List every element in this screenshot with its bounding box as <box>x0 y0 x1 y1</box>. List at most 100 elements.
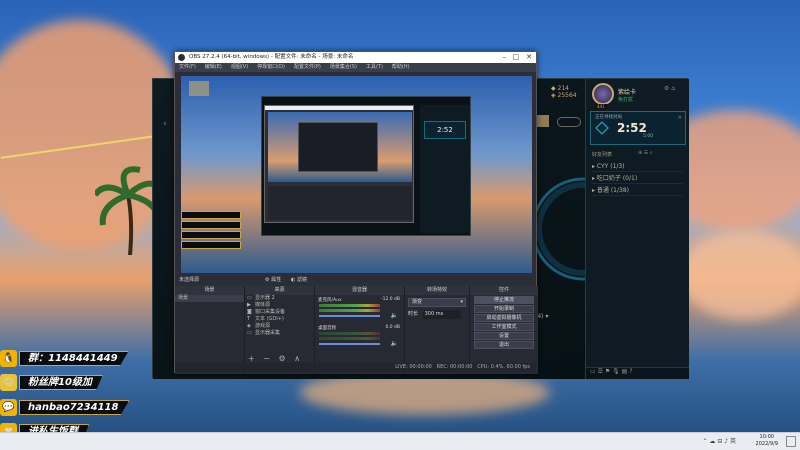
overlay-badge-text: 群：1148441449 <box>19 351 129 366</box>
menu-scene-collection[interactable]: 场景集合(S) <box>330 63 357 72</box>
volume-slider[interactable] <box>319 315 380 317</box>
mixer-track: 桌面音频 0.0 dB 🔈 <box>315 323 404 351</box>
obs-preview-canvas[interactable]: 2:52 <box>181 76 532 273</box>
queue-status-card[interactable]: 正在寻找对局 2:52 5:00 ✕ <box>590 111 686 145</box>
exit-button[interactable]: 退出 <box>474 341 534 349</box>
taskbar-clock[interactable]: 10:00 2022/9/9 <box>756 434 778 448</box>
obs-titlebar[interactable]: OBS 27.2.4 (64-bit, windows) - 配置文件: 未命名… <box>175 52 536 63</box>
preview-badge <box>181 231 241 239</box>
source-item[interactable]: ◈ 游戏源 <box>245 323 314 330</box>
stop-streaming-button[interactable]: 停止推流 <box>474 296 534 304</box>
menu-docks[interactable]: 停靠窗口(D) <box>257 63 285 72</box>
menu-help[interactable]: 帮助(H) <box>392 63 410 72</box>
friend-group-label: CYY (1/3) <box>596 163 625 170</box>
preview-obs-titlebar <box>265 106 413 110</box>
live-status: LIVE: 00:00:00 <box>395 364 432 370</box>
transition-select[interactable]: 渐变 ▾ <box>408 298 466 307</box>
lol-nav-icon[interactable] <box>535 115 549 127</box>
preview-nested-panels <box>268 186 412 220</box>
queue-estimate: 5:00 <box>643 134 654 139</box>
lol-coins-1: 214 <box>557 85 569 92</box>
transitions-panel-title: 转场特效 <box>405 286 469 295</box>
source-label: 显示器 2 <box>255 295 275 301</box>
preview-badge <box>181 221 241 229</box>
wallpaper-cloud <box>680 230 800 320</box>
preview-capture: 2:52 <box>181 76 532 273</box>
source-item[interactable]: T 文本 (GDI+) <box>245 316 314 323</box>
menu-tools[interactable]: 工具(T) <box>366 63 383 72</box>
source-item[interactable]: ▶ 媒体源 <box>245 302 314 309</box>
volume-slider[interactable] <box>319 343 380 345</box>
friends-actions-icons[interactable]: ⊕ ☰ ⌕ <box>638 150 653 156</box>
friend-group[interactable]: ▸ 吃口奶子 (0/1) <box>592 173 683 184</box>
minimize-icon[interactable]: – <box>503 52 507 63</box>
preview-lol-window: 2:52 <box>261 96 471 236</box>
sources-panel: 来源 ▭ 显示器 2 ▶ 媒体源 ◙ 窗口采集设备 T 文本 (GDI+) ◈ 游戏源 ▭… <box>245 286 315 374</box>
clock-time: 10:00 <box>759 434 774 440</box>
queue-icon <box>595 121 609 135</box>
overlay-badge-text: 粉丝牌10级加 <box>19 375 103 390</box>
source-label: 媒体源 <box>255 302 271 308</box>
mixer-level-meter <box>319 332 380 335</box>
mixer-track: 麦克风/Aux -12.0 dB 🔈 <box>315 295 404 323</box>
controls-panel: 控件 停止推流 开始录制 启动虚拟摄像机 工作室模式 设置 退出 <box>470 286 538 374</box>
obs-statusbar: LIVE: 00:00:00 REC: 00:00:00 CPU: 0.4%, … <box>175 363 536 372</box>
source-label: 窗口采集设备 <box>255 309 286 315</box>
friends-header: 好友列表 <box>592 152 613 158</box>
preview-badge <box>181 211 241 219</box>
lol-settings-icons[interactable]: ⚙ ⌂ <box>664 85 675 92</box>
overlay-badge: 🐧 群：1148441449 <box>0 350 129 367</box>
camera-icon: ◙ <box>247 309 252 315</box>
transitions-panel: 转场特效 渐变 ▾ 时长 300 ms <box>405 286 470 374</box>
close-icon[interactable]: ✕ <box>678 115 682 121</box>
studio-mode-button[interactable]: 工作室模式 <box>474 323 534 331</box>
queue-label: 正在寻找对局 <box>595 115 622 120</box>
duration-input[interactable]: 300 ms <box>422 310 461 319</box>
summoner-level: 441 <box>595 104 607 109</box>
start-virtual-camera-button[interactable]: 启动虚拟摄像机 <box>474 314 534 322</box>
lol-toggle[interactable] <box>557 117 581 127</box>
transition-type: 渐变 <box>412 299 423 305</box>
notification-icon[interactable] <box>786 436 796 447</box>
friend-group[interactable]: ▸ 普通 (1/38) <box>592 185 683 196</box>
audio-mixer-panel: 混音器 麦克风/Aux -12.0 dB 🔈 桌面音频 0.0 dB 🔈 <box>315 286 405 374</box>
obs-title-text: OBS 27.2.4 (64-bit, windows) - 配置文件: 未命名… <box>189 54 354 60</box>
avatar[interactable] <box>592 83 614 105</box>
obs-menubar: 文件(F) 编辑(E) 视图(V) 停靠窗口(D) 配置文件(P) 场景集合(S… <box>175 63 536 72</box>
scene-item[interactable]: 场景 <box>175 295 244 302</box>
source-label: 显示器采集 <box>255 330 281 336</box>
lol-social-toolbar[interactable]: ▭ ☰ ⚑ 🎙 ▤ ? <box>586 367 689 379</box>
summoner-status: 免打扰 <box>618 97 634 103</box>
start-recording-button[interactable]: 开始录制 <box>474 305 534 313</box>
speaker-icon[interactable]: 🔈 <box>391 312 398 319</box>
tray-icons[interactable]: ⌃ ☁ ⊟ ♪ 英 <box>702 436 736 445</box>
menu-view[interactable]: 视图(V) <box>231 63 248 72</box>
filters-button[interactable]: ◐ 滤镜 <box>291 276 307 283</box>
source-item[interactable]: ◙ 窗口采集设备 <box>245 309 314 316</box>
filters-label: 滤镜 <box>296 277 307 283</box>
overlay-badge-text: hanbao7234118 <box>19 400 130 415</box>
maximize-icon[interactable]: □ <box>512 52 519 63</box>
close-icon[interactable]: ✕ <box>526 52 532 63</box>
source-item[interactable]: ▭ 显示器 2 <box>245 295 314 302</box>
settings-button[interactable]: 设置 <box>474 332 534 340</box>
monitor-icon: ▭ <box>247 295 252 301</box>
emoji-face-icon: 😊 <box>0 374 17 391</box>
properties-button[interactable]: ⚙ 属性 <box>265 276 281 283</box>
menu-file[interactable]: 文件(F) <box>179 63 196 72</box>
mixer-track-name: 桌面音频 <box>318 326 336 331</box>
back-chevron-icon[interactable]: ‹ <box>163 119 167 129</box>
text-icon: T <box>247 316 251 322</box>
menu-profile[interactable]: 配置文件(P) <box>294 63 321 72</box>
speaker-icon[interactable]: 🔈 <box>391 340 398 347</box>
mixer-track-name: 麦克风/Aux <box>318 298 342 303</box>
mixer-level-meter <box>319 337 380 340</box>
obs-window[interactable]: OBS 27.2.4 (64-bit, windows) - 配置文件: 未命名… <box>174 51 538 374</box>
clock-date: 2022/9/9 <box>755 441 778 447</box>
chevron-down-icon: ▾ <box>460 299 463 305</box>
source-item[interactable]: ▭ 显示器采集 <box>245 330 314 337</box>
menu-edit[interactable]: 编辑(E) <box>205 63 222 72</box>
preview-badges <box>181 211 241 249</box>
mixer-track-db: 0.0 dB <box>385 325 400 330</box>
friend-group[interactable]: ▸ CYY (1/3) <box>592 161 683 172</box>
